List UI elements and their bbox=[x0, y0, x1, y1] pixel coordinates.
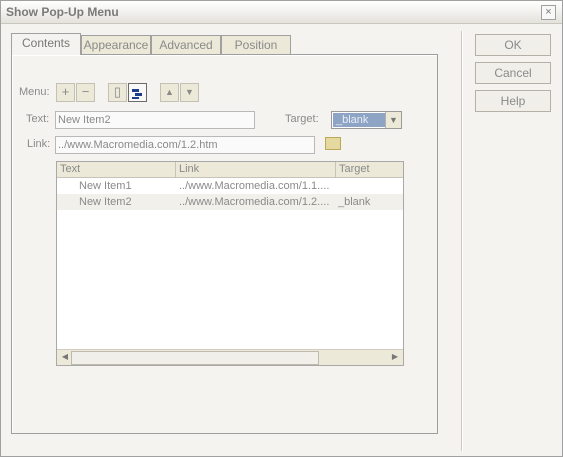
help-button[interactable]: Help bbox=[475, 90, 551, 112]
row-text: New Item1 bbox=[79, 180, 132, 192]
row-link: ../www.Macromedia.com/1.2.... bbox=[179, 196, 330, 208]
target-value: _blank bbox=[333, 113, 386, 127]
scrollbar-thumb[interactable] bbox=[71, 351, 319, 365]
title-bar: Show Pop-Up Menu × bbox=[1, 1, 562, 24]
indent-item-button[interactable] bbox=[128, 83, 147, 102]
menu-label: Menu: bbox=[19, 86, 50, 98]
add-item-button[interactable]: + bbox=[56, 83, 75, 102]
scroll-left-icon[interactable]: ◀ bbox=[59, 351, 71, 363]
row-text: New Item2 bbox=[79, 196, 132, 208]
scroll-right-icon[interactable]: ▶ bbox=[389, 351, 401, 363]
folder-icon[interactable] bbox=[325, 137, 341, 150]
cancel-button[interactable]: Cancel bbox=[475, 62, 551, 84]
indent-icon bbox=[132, 87, 142, 99]
text-input[interactable]: New Item2 bbox=[55, 111, 255, 129]
target-select[interactable]: _blank ▼ bbox=[331, 111, 402, 129]
move-up-button[interactable]: ▲ bbox=[160, 83, 179, 102]
header-text[interactable]: Text bbox=[57, 162, 176, 177]
tab-appearance[interactable]: Appearance bbox=[81, 35, 151, 55]
button-separator bbox=[461, 31, 463, 451]
horizontal-scrollbar[interactable]: ◀ ▶ bbox=[57, 349, 403, 365]
close-button[interactable]: × bbox=[541, 5, 556, 20]
ok-button[interactable]: OK bbox=[475, 34, 551, 56]
link-input[interactable]: ../www.Macromedia.com/1.2.htm bbox=[55, 136, 315, 154]
row-target bbox=[338, 178, 398, 194]
target-label: Target: bbox=[285, 113, 319, 125]
tab-advanced[interactable]: Advanced bbox=[151, 35, 221, 55]
window-title: Show Pop-Up Menu bbox=[6, 5, 119, 19]
tab-position[interactable]: Position bbox=[221, 35, 291, 55]
header-target[interactable]: Target bbox=[336, 162, 403, 177]
chevron-down-icon: ▼ bbox=[385, 112, 401, 128]
move-down-button[interactable]: ▼ bbox=[180, 83, 199, 102]
outdent-item-button[interactable]: ▯ bbox=[108, 83, 127, 102]
dialog-window: Show Pop-Up Menu × Contents Appearance A… bbox=[0, 0, 563, 457]
table-header: Text Link Target bbox=[57, 162, 403, 178]
menu-items-table: Text Link Target New Item1 ../www.Macrom… bbox=[56, 161, 404, 366]
row-target: _blank bbox=[338, 196, 371, 208]
link-label: Link: bbox=[27, 138, 51, 150]
tab-contents[interactable]: Contents bbox=[11, 33, 81, 55]
row-link: ../www.Macromedia.com/1.1.... bbox=[179, 180, 330, 192]
table-row[interactable]: New Item1 ../www.Macromedia.com/1.1.... bbox=[57, 178, 403, 194]
remove-item-button[interactable]: − bbox=[76, 83, 95, 102]
text-label: Text: bbox=[26, 113, 50, 125]
header-link[interactable]: Link bbox=[176, 162, 336, 177]
table-row[interactable]: New Item2 ../www.Macromedia.com/1.2.... … bbox=[57, 194, 403, 210]
